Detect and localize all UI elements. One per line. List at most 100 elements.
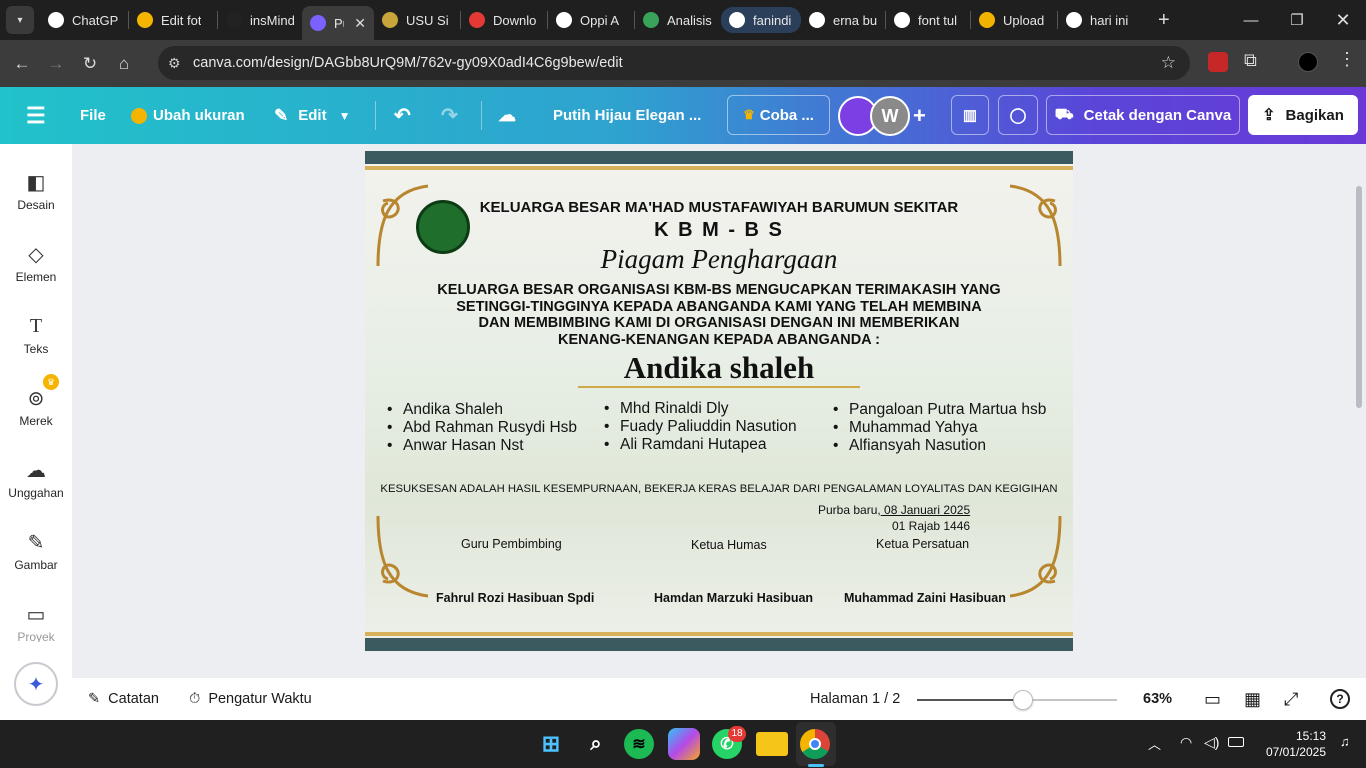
extension-icon[interactable] [1208, 52, 1228, 72]
sidebar-item-label: Elemen [15, 270, 57, 284]
tab-favicon-icon [137, 12, 153, 28]
back-icon[interactable]: ← [5, 47, 39, 81]
user-avatar[interactable]: W [870, 96, 910, 136]
share-button[interactable]: ⇪ Bagikan [1248, 95, 1358, 135]
canvas-scrollbar[interactable] [1356, 186, 1362, 408]
list-item: Ali Ramdani Hutapea [620, 436, 797, 454]
date: 08 Januari 2025 [880, 503, 971, 517]
chevron-up-icon[interactable]: ︿ [1148, 734, 1161, 753]
edit-menu[interactable]: ✎ Edit ▼ [274, 87, 350, 144]
url-field[interactable]: ⚙ canva.com/design/DAGbb8UrQ9M/762v-gy09… [158, 46, 1190, 80]
notes-label: Catatan [108, 691, 159, 707]
reload-icon[interactable]: ↻ [73, 47, 107, 81]
chrome-icon[interactable] [800, 729, 830, 759]
sidebar-item-design[interactable]: ◧ Desain [0, 166, 72, 236]
undo-icon[interactable]: ↶ [394, 87, 411, 144]
browser-tab[interactable]: Downlo [461, 3, 547, 37]
signer-name: Muhammad Zaini Hasibuan [844, 591, 1006, 605]
home-icon[interactable]: ⌂ [107, 47, 141, 81]
left-sidebar: ◧ Desain ◇ Elemen T Teks ⊚ Merek ♛ ☁ Unggahan … [0, 144, 72, 720]
search-icon[interactable]: ⌕ [580, 728, 612, 760]
url-text: canva.com/design/DAGbb8UrQ9M/762v-gy09X0… [193, 55, 623, 71]
menu-icon[interactable]: ☰ [26, 87, 46, 144]
resize-button[interactable]: Ubah ukuran [131, 87, 245, 144]
upload-icon: ☁ [26, 459, 46, 482]
page-view-icon[interactable]: ▭ [1204, 678, 1221, 720]
try-pro-button[interactable]: ♛ Coba ... [727, 95, 830, 135]
maximize-icon[interactable]: ❐ [1274, 0, 1320, 40]
spotify-icon[interactable]: ≋ [624, 729, 654, 759]
browser-tab[interactable]: erna bu [801, 3, 885, 37]
redo-icon[interactable]: ↷ [441, 87, 458, 144]
zoom-slider-handle[interactable] [1013, 690, 1033, 710]
zoom-value[interactable]: 63% [1143, 678, 1172, 720]
profile-avatar[interactable] [1298, 52, 1318, 72]
tab-favicon-icon [1066, 12, 1082, 28]
crown-icon: ♛ [743, 107, 755, 122]
browser-tab[interactable]: font tul [886, 3, 970, 37]
message-line: DAN MEMBIMBING KAMI DI ORGANISASI DENGAN… [478, 315, 960, 331]
file-explorer-icon[interactable] [756, 732, 788, 756]
forward-icon[interactable]: → [39, 47, 73, 81]
minimize-icon[interactable]: — [1228, 0, 1274, 40]
sidebar-item-label: Gambar [14, 558, 58, 572]
place: Purba baru, [818, 503, 881, 517]
sidebar-item-text[interactable]: T Teks [0, 310, 72, 380]
browser-tab[interactable]: fanindi [721, 7, 801, 33]
browser-tab[interactable]: Pu ✕ [302, 6, 374, 40]
comment-icon[interactable]: ◯ [998, 95, 1038, 135]
analytics-icon[interactable]: ▥ [951, 95, 989, 135]
copilot-icon[interactable] [668, 728, 700, 760]
system-clock[interactable]: 15:13 07/01/2025 [1256, 728, 1326, 760]
new-tab-icon[interactable]: + [1158, 9, 1170, 32]
sidebar-item-elements[interactable]: ◇ Elemen [0, 238, 72, 308]
notes-button[interactable]: ✎ Catatan [88, 678, 159, 720]
browser-tab[interactable]: ChatGP [40, 3, 128, 37]
notification-bell-icon[interactable]: ♫ [1340, 734, 1350, 749]
browser-tab[interactable]: Analisis [635, 3, 721, 37]
document-title[interactable]: Putih Hijau Elegan ... [553, 87, 701, 144]
tab-close-icon[interactable]: ✕ [354, 15, 366, 32]
grid-view-icon[interactable]: ▦ [1244, 678, 1261, 720]
timer-icon: ⏱ [189, 691, 201, 707]
browser-tab[interactable]: Edit fot [129, 3, 217, 37]
certificate-page[interactable]: KELUARGA BESAR MA'HAD MUSTAFAWIYAH BARUM… [365, 151, 1073, 651]
browser-tab[interactable]: USU Si [374, 3, 460, 37]
sidebar-item-brand[interactable]: ⊚ Merek ♛ [0, 374, 72, 452]
page-indicator[interactable]: Halaman 1 / 2 [810, 678, 900, 720]
share-icon: ⇪ [1262, 107, 1276, 124]
wifi-icon[interactable]: ◠ [1180, 734, 1192, 751]
help-icon[interactable]: ? [1330, 678, 1350, 720]
extensions-puzzle-icon[interactable]: ⧉ [1244, 50, 1257, 71]
tab-favicon-icon [556, 12, 572, 28]
tab-search-button[interactable]: ▾ [6, 6, 34, 34]
file-menu[interactable]: File [80, 87, 106, 144]
canva-toolbar: ☰ File Ubah ukuran ✎ Edit ▼ ↶ ↷ ☁ Putih Hi… [0, 87, 1366, 144]
magic-sparkle-icon[interactable]: ✦ [14, 662, 58, 706]
cloud-sync-icon[interactable]: ☁ [498, 87, 516, 144]
windows-start-icon[interactable]: ⊞ [535, 728, 567, 760]
site-info-icon[interactable]: ⚙ [168, 55, 181, 72]
browser-menu-icon[interactable]: ⋮ [1338, 49, 1356, 70]
volume-icon[interactable]: ◁) [1204, 734, 1219, 751]
sidebar-item-projects[interactable]: ▭ Proyek [0, 598, 72, 643]
bookmark-star-icon[interactable]: ☆ [1161, 53, 1176, 73]
tab-favicon-icon [382, 12, 398, 28]
timer-button[interactable]: ⏱ Pengatur Waktu [189, 678, 312, 720]
browser-tab[interactable]: Oppi A [548, 3, 634, 37]
sidebar-item-draw[interactable]: ✎ Gambar [0, 526, 72, 596]
battery-icon[interactable] [1228, 737, 1244, 747]
browser-tab[interactable]: Upload [971, 3, 1057, 37]
fullscreen-icon[interactable]: ⤢ [1284, 678, 1298, 720]
browser-tab[interactable]: hari ini [1058, 3, 1144, 37]
browser-tab[interactable]: insMind [218, 3, 302, 37]
sidebar-item-uploads[interactable]: ☁ Unggahan [0, 454, 72, 524]
tab-label: hari ini [1090, 12, 1129, 28]
tab-favicon-icon [979, 12, 995, 28]
add-collaborator-icon[interactable]: + [913, 87, 926, 144]
close-window-icon[interactable]: ✕ [1320, 0, 1366, 40]
print-button[interactable]: ⛟ Cetak dengan Canva [1046, 95, 1240, 135]
tab-favicon-icon [469, 12, 485, 28]
text-icon: T [29, 314, 43, 337]
zoom-slider[interactable] [917, 690, 1117, 710]
